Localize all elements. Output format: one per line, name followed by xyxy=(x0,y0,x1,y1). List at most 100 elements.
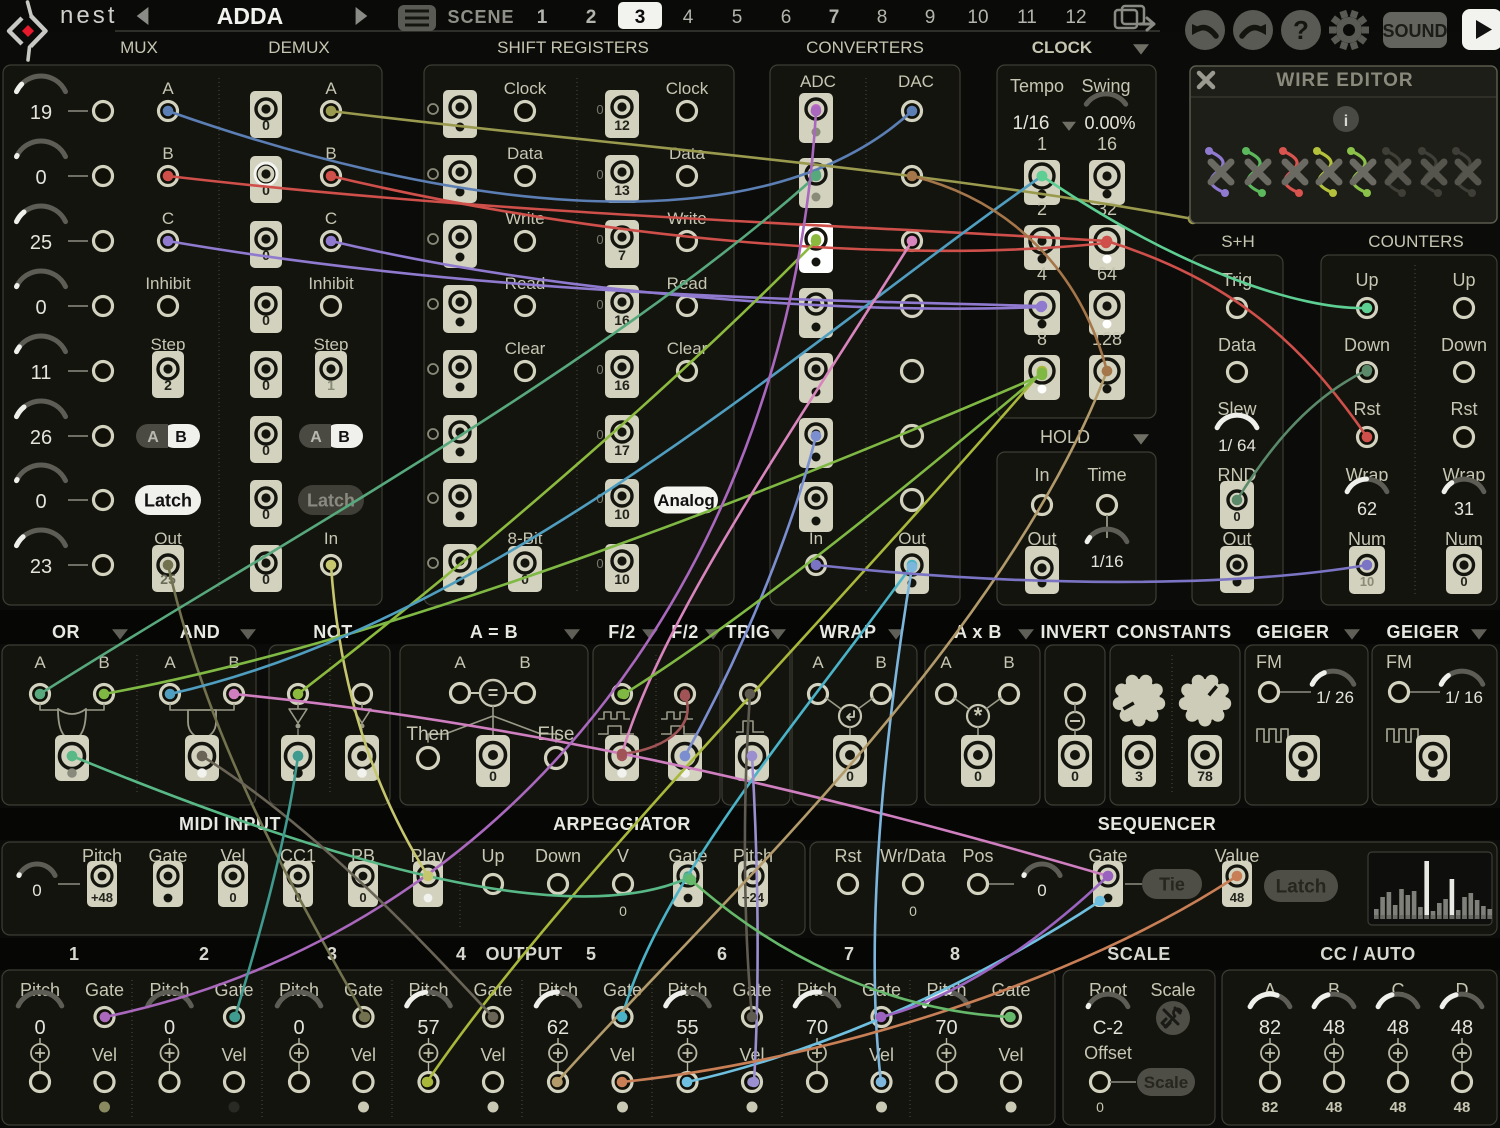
svg-text:0: 0 xyxy=(1233,509,1240,524)
svg-text:COUNTERS: COUNTERS xyxy=(1368,232,1463,251)
svg-text:V: V xyxy=(617,846,629,866)
svg-text:1/ 26: 1/ 26 xyxy=(1316,688,1354,707)
svg-text:Gate: Gate xyxy=(214,980,253,1000)
svg-text:62: 62 xyxy=(1357,499,1377,519)
svg-text:2: 2 xyxy=(586,7,597,28)
svg-text:0: 0 xyxy=(262,377,270,393)
svg-text:0: 0 xyxy=(1096,1099,1104,1115)
svg-text:+48: +48 xyxy=(91,890,113,905)
svg-text:Inhibit: Inhibit xyxy=(145,274,191,293)
svg-text:10: 10 xyxy=(967,7,988,28)
svg-text:A: A xyxy=(162,79,174,98)
svg-text:Clear: Clear xyxy=(667,339,708,358)
svg-text:1/ 64: 1/ 64 xyxy=(1218,436,1256,455)
svg-text:Tempo: Tempo xyxy=(1010,76,1064,96)
svg-text:0: 0 xyxy=(262,117,270,133)
svg-text:0: 0 xyxy=(596,362,603,377)
svg-text:12: 12 xyxy=(1065,7,1086,28)
svg-text:Scale: Scale xyxy=(1144,1073,1188,1092)
svg-text:8: 8 xyxy=(950,944,960,964)
svg-text:7: 7 xyxy=(844,944,854,964)
svg-text:FM: FM xyxy=(1256,652,1282,672)
svg-text:0: 0 xyxy=(262,506,270,522)
svg-text:S+H: S+H xyxy=(1221,232,1255,251)
svg-text:Time: Time xyxy=(1087,465,1126,485)
svg-text:B: B xyxy=(175,429,187,446)
svg-text:Pos: Pos xyxy=(962,846,993,866)
svg-text:Vel: Vel xyxy=(92,1045,117,1065)
svg-text:Then: Then xyxy=(406,724,449,745)
svg-text:4: 4 xyxy=(456,944,466,964)
svg-text:48: 48 xyxy=(1454,1099,1471,1116)
svg-text:DAC: DAC xyxy=(898,72,934,91)
svg-text:13: 13 xyxy=(614,182,630,198)
svg-text:0: 0 xyxy=(293,1017,304,1039)
svg-text:0.00%: 0.00% xyxy=(1084,113,1135,133)
svg-text:=: = xyxy=(488,683,499,703)
svg-text:1/ 16: 1/ 16 xyxy=(1445,688,1483,707)
svg-text:i: i xyxy=(1344,113,1348,130)
svg-text:16: 16 xyxy=(614,312,630,328)
svg-text:Out: Out xyxy=(898,529,926,548)
svg-text:In: In xyxy=(324,529,338,548)
svg-text:3: 3 xyxy=(1135,768,1143,784)
svg-text:0: 0 xyxy=(846,768,854,784)
svg-text:B: B xyxy=(875,653,886,672)
svg-text:SEQUENCER: SEQUENCER xyxy=(1098,814,1217,834)
svg-text:C: C xyxy=(162,209,174,228)
svg-text:10: 10 xyxy=(614,506,630,522)
svg-text:0: 0 xyxy=(1071,768,1079,784)
svg-text:10: 10 xyxy=(1360,574,1374,589)
svg-text:ADC: ADC xyxy=(800,72,836,91)
svg-text:GEIGER: GEIGER xyxy=(1386,622,1459,642)
svg-text:1: 1 xyxy=(537,7,548,28)
svg-text:10: 10 xyxy=(614,571,630,587)
svg-text:8: 8 xyxy=(1037,329,1047,349)
svg-text:5: 5 xyxy=(586,944,596,964)
svg-text:Scale: Scale xyxy=(1150,980,1195,1000)
svg-text:A: A xyxy=(147,429,159,446)
svg-text:1/16: 1/16 xyxy=(1013,113,1050,134)
svg-text:B: B xyxy=(519,653,530,672)
svg-text:DEMUX: DEMUX xyxy=(268,38,329,57)
svg-text:C: C xyxy=(325,209,337,228)
svg-text:70: 70 xyxy=(806,1017,828,1039)
svg-text:Tie: Tie xyxy=(1159,874,1185,894)
svg-text:1: 1 xyxy=(69,944,79,964)
svg-text:A: A xyxy=(34,653,46,672)
svg-text:Data: Data xyxy=(669,144,705,163)
svg-text:0: 0 xyxy=(262,442,270,458)
svg-text:SCALE: SCALE xyxy=(1107,944,1171,964)
svg-text:C-2: C-2 xyxy=(1093,1018,1124,1039)
svg-text:Up: Up xyxy=(1355,270,1378,290)
svg-text:0: 0 xyxy=(619,903,627,919)
svg-text:0: 0 xyxy=(596,102,603,117)
svg-text:CONSTANTS: CONSTANTS xyxy=(1116,622,1231,642)
svg-text:4: 4 xyxy=(683,7,694,28)
svg-text:0: 0 xyxy=(596,556,603,571)
svg-text:0: 0 xyxy=(596,167,603,182)
svg-text:0: 0 xyxy=(359,890,366,905)
svg-text:55: 55 xyxy=(676,1017,698,1039)
svg-text:0: 0 xyxy=(35,297,46,319)
svg-text:9: 9 xyxy=(925,7,936,28)
svg-text:7: 7 xyxy=(618,247,626,263)
svg-text:57: 57 xyxy=(417,1017,439,1039)
svg-text:Clock: Clock xyxy=(666,79,709,98)
svg-text:7: 7 xyxy=(829,7,840,28)
svg-text:Vel: Vel xyxy=(221,1045,246,1065)
svg-text:Offset: Offset xyxy=(1084,1043,1132,1063)
svg-text:48: 48 xyxy=(1387,1017,1409,1039)
svg-text:Vel: Vel xyxy=(610,1045,635,1065)
svg-text:2: 2 xyxy=(1037,199,1047,219)
svg-text:0: 0 xyxy=(489,768,497,784)
svg-text:Data: Data xyxy=(1218,335,1257,355)
svg-text:Wr/Data: Wr/Data xyxy=(880,846,947,866)
svg-text:Rst: Rst xyxy=(1354,399,1381,419)
svg-text:SCENE: SCENE xyxy=(447,7,514,27)
svg-text:0: 0 xyxy=(1460,574,1467,589)
svg-text:48: 48 xyxy=(1323,1017,1345,1039)
svg-text:Clock: Clock xyxy=(504,79,547,98)
svg-text:B: B xyxy=(1003,653,1014,672)
svg-text:8: 8 xyxy=(877,7,888,28)
